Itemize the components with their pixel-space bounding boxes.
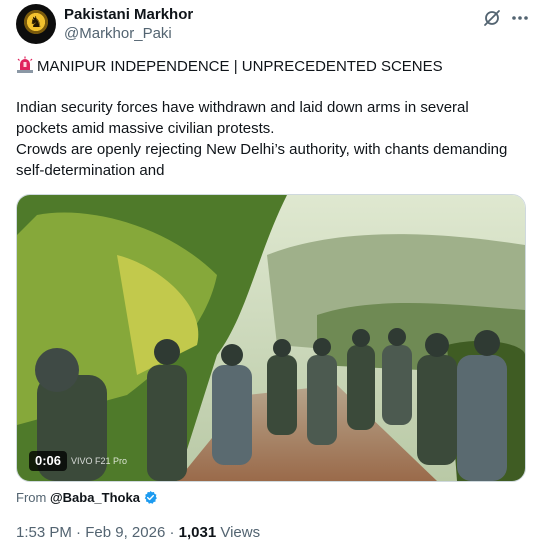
post-paragraph: Crowds are openly rejecting New Delhi’s … [16,141,508,179]
author-display-name[interactable]: Pakistani Markhor [64,6,193,24]
video-thumbnail [17,195,525,481]
headline-text: MANIPUR INDEPENDENCE | UNPRECEDENTED SCE… [37,58,443,75]
tweet-card: ♞ Pakistani Markhor @Markhor_Paki MANIPU… [0,0,536,559]
video-player[interactable]: 0:06 VIVO F21 Pro [16,194,526,482]
meta-separator: · [169,524,175,541]
tweet-header: ♞ Pakistani Markhor @Markhor_Paki [16,4,528,44]
views-label: Views [220,524,261,541]
grok-icon[interactable] [482,8,502,28]
post-time[interactable]: 1:53 PM [16,524,72,541]
post-meta: 1:53 PM · Feb 9, 2026 · 1,031 Views [16,524,260,542]
author-handle[interactable]: @Markhor_Paki [64,25,172,43]
attribution-prefix: From [16,490,47,505]
markhor-avatar-icon: ♞ [29,14,43,31]
video-watermark: VIVO F21 Pro [71,456,128,466]
attribution-source-link[interactable]: @Baba_Thoka [50,490,140,505]
attribution-line: From @Baba_Thoka [16,490,158,506]
post-body: Indian security forces have withdrawn an… [16,97,521,181]
video-duration: 0:06 [29,451,68,471]
post-headline: MANIPUR INDEPENDENCE | UNPRECEDENTED SCE… [16,56,526,78]
post-date[interactable]: Feb 9, 2026 [85,524,165,541]
verified-badge-icon [144,490,157,504]
more-dots-icon[interactable] [510,8,530,28]
siren-icon [17,56,33,73]
avatar[interactable]: ♞ [16,4,56,44]
views-count: 1,031 [178,524,217,541]
post-paragraph: Indian security forces have withdrawn an… [16,99,469,137]
meta-separator: · [76,524,82,541]
